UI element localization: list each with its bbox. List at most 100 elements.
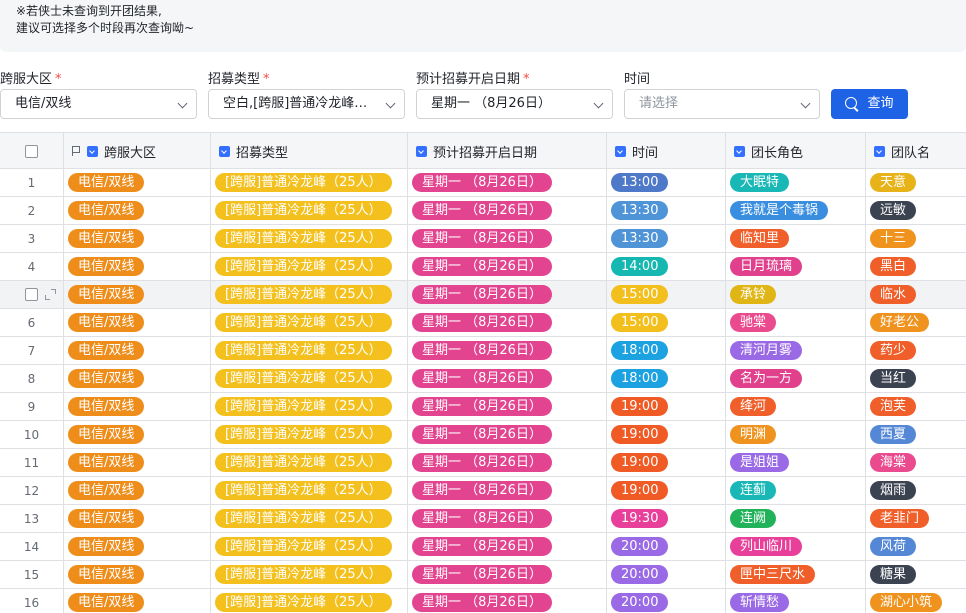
time-cell[interactable]: 19:00 (607, 421, 726, 448)
team-cell[interactable]: 烟雨 (866, 477, 966, 504)
date-cell[interactable]: 星期一 （8月26日） (408, 393, 607, 420)
team-cell[interactable]: 好老公 (866, 309, 966, 336)
time-cell[interactable]: 15:00 (607, 281, 726, 308)
recruit-type-cell[interactable]: [跨服]普通冷龙峰（25人） (211, 365, 408, 392)
team-cell[interactable]: 远敏 (866, 197, 966, 224)
date-select[interactable]: 星期一 （8月26日） (416, 89, 613, 119)
date-cell[interactable]: 星期一 （8月26日） (408, 169, 607, 196)
time-select[interactable]: 请选择 (624, 89, 820, 119)
team-cell[interactable]: 黑白 (866, 253, 966, 280)
team-cell[interactable]: 当红 (866, 365, 966, 392)
table-row[interactable]: 16 电信/双线 [跨服]普通冷龙峰（25人） 星期一 （8月26日） 20:00 斩情愁… (0, 589, 966, 613)
table-row[interactable]: 10 电信/双线 [跨服]普通冷龙峰（25人） 星期一 （8月26日） 19:00 明渊 西… (0, 421, 966, 449)
row-index[interactable] (0, 281, 64, 308)
team-cell[interactable]: 泡芙 (866, 393, 966, 420)
time-cell[interactable]: 20:00 (607, 589, 726, 613)
leader-cell[interactable]: 名为一方 (726, 365, 866, 392)
column-header-team[interactable]: 团队名 (866, 133, 966, 169)
team-cell[interactable]: 天意 (866, 169, 966, 196)
time-cell[interactable]: 19:30 (607, 505, 726, 532)
recruit-type-cell[interactable]: [跨服]普通冷龙峰（25人） (211, 505, 408, 532)
leader-cell[interactable]: 连阙 (726, 505, 866, 532)
date-cell[interactable]: 星期一 （8月26日） (408, 561, 607, 588)
team-cell[interactable]: 风荷 (866, 533, 966, 560)
recruit-type-cell[interactable]: [跨服]普通冷龙峰（25人） (211, 225, 408, 252)
table-row[interactable]: 1 电信/双线 [跨服]普通冷龙峰（25人） 星期一 （8月26日） 13:00 大眠特 天… (0, 169, 966, 197)
leader-cell[interactable]: 绛河 (726, 393, 866, 420)
team-cell[interactable]: 糖果 (866, 561, 966, 588)
leader-cell[interactable]: 我就是个毒锅 (726, 197, 866, 224)
time-cell[interactable]: 20:00 (607, 533, 726, 560)
leader-cell[interactable]: 列山临川 (726, 533, 866, 560)
region-cell[interactable]: 电信/双线 (64, 421, 211, 448)
row-checkbox[interactable] (25, 288, 38, 301)
recruit-type-cell[interactable]: [跨服]普通冷龙峰（25人） (211, 393, 408, 420)
date-cell[interactable]: 星期一 （8月26日） (408, 253, 607, 280)
table-row[interactable]: 15 电信/双线 [跨服]普通冷龙峰（25人） 星期一 （8月26日） 20:00 匣中三… (0, 561, 966, 589)
table-row[interactable]: 11 电信/双线 [跨服]普通冷龙峰（25人） 星期一 （8月26日） 19:00 是姐姐… (0, 449, 966, 477)
region-cell[interactable]: 电信/双线 (64, 561, 211, 588)
recruit-type-select[interactable]: 空白,[跨服]普通冷龙峰（25人） (208, 89, 405, 119)
recruit-type-cell[interactable]: [跨服]普通冷龙峰（25人） (211, 253, 408, 280)
date-cell[interactable]: 星期一 （8月26日） (408, 337, 607, 364)
table-row[interactable]: 13 电信/双线 [跨服]普通冷龙峰（25人） 星期一 （8月26日） 19:30 连阙 老… (0, 505, 966, 533)
date-cell[interactable]: 星期一 （8月26日） (408, 449, 607, 476)
time-cell[interactable]: 13:30 (607, 197, 726, 224)
region-cell[interactable]: 电信/双线 (64, 197, 211, 224)
table-row[interactable]: 6 电信/双线 [跨服]普通冷龙峰（25人） 星期一 （8月26日） 15:00 驰棠 好老… (0, 309, 966, 337)
table-row[interactable]: 4 电信/双线 [跨服]普通冷龙峰（25人） 星期一 （8月26日） 14:00 日月琉璃… (0, 253, 966, 281)
region-cell[interactable]: 电信/双线 (64, 309, 211, 336)
date-cell[interactable]: 星期一 （8月26日） (408, 365, 607, 392)
time-cell[interactable]: 19:00 (607, 477, 726, 504)
table-row[interactable]: 14 电信/双线 [跨服]普通冷龙峰（25人） 星期一 （8月26日） 20:00 列山临… (0, 533, 966, 561)
leader-cell[interactable]: 是姐姐 (726, 449, 866, 476)
date-cell[interactable]: 星期一 （8月26日） (408, 281, 607, 308)
leader-cell[interactable]: 斩情愁 (726, 589, 866, 613)
leader-cell[interactable]: 日月琉璃 (726, 253, 866, 280)
recruit-type-cell[interactable]: [跨服]普通冷龙峰（25人） (211, 337, 408, 364)
leader-cell[interactable]: 清河月雾 (726, 337, 866, 364)
time-cell[interactable]: 19:00 (607, 393, 726, 420)
recruit-type-cell[interactable]: [跨服]普通冷龙峰（25人） (211, 589, 408, 613)
table-row[interactable]: 2 电信/双线 [跨服]普通冷龙峰（25人） 星期一 （8月26日） 13:30 我就是个… (0, 197, 966, 225)
header-select-all[interactable] (0, 133, 64, 169)
leader-cell[interactable]: 连蓟 (726, 477, 866, 504)
region-cell[interactable]: 电信/双线 (64, 393, 211, 420)
date-cell[interactable]: 星期一 （8月26日） (408, 533, 607, 560)
recruit-type-cell[interactable]: [跨服]普通冷龙峰（25人） (211, 197, 408, 224)
team-cell[interactable]: 临水 (866, 281, 966, 308)
team-cell[interactable]: 十三 (866, 225, 966, 252)
region-cell[interactable]: 电信/双线 (64, 225, 211, 252)
time-cell[interactable]: 13:00 (607, 169, 726, 196)
time-cell[interactable]: 20:00 (607, 561, 726, 588)
leader-cell[interactable]: 大眠特 (726, 169, 866, 196)
team-cell[interactable]: 老韭门 (866, 505, 966, 532)
leader-cell[interactable]: 明渊 (726, 421, 866, 448)
time-cell[interactable]: 19:00 (607, 449, 726, 476)
region-cell[interactable]: 电信/双线 (64, 505, 211, 532)
expand-icon[interactable] (45, 289, 56, 300)
region-cell[interactable]: 电信/双线 (64, 365, 211, 392)
column-header-time[interactable]: 时间 (607, 133, 726, 169)
team-cell[interactable]: 药少 (866, 337, 966, 364)
checkbox-icon[interactable] (25, 144, 38, 158)
time-cell[interactable]: 14:00 (607, 253, 726, 280)
table-row[interactable]: 3 电信/双线 [跨服]普通冷龙峰（25人） 星期一 （8月26日） 13:30 临知里 十… (0, 225, 966, 253)
table-row[interactable]: 12 电信/双线 [跨服]普通冷龙峰（25人） 星期一 （8月26日） 19:00 连蓟 烟… (0, 477, 966, 505)
date-cell[interactable]: 星期一 （8月26日） (408, 309, 607, 336)
date-cell[interactable]: 星期一 （8月26日） (408, 477, 607, 504)
region-cell[interactable]: 电信/双线 (64, 253, 211, 280)
time-cell[interactable]: 13:30 (607, 225, 726, 252)
column-header-date[interactable]: 预计招募开启日期 (408, 133, 607, 169)
recruit-type-cell[interactable]: [跨服]普通冷龙峰（25人） (211, 477, 408, 504)
table-row[interactable]: 8 电信/双线 [跨服]普通冷龙峰（25人） 星期一 （8月26日） 18:00 名为一方… (0, 365, 966, 393)
column-header-leader[interactable]: 团长角色 (726, 133, 866, 169)
team-cell[interactable]: 海棠 (866, 449, 966, 476)
time-cell[interactable]: 18:00 (607, 337, 726, 364)
table-row[interactable]: 电信/双线 [跨服]普通冷龙峰（25人） 星期一 （8月26日） 15:00 承铃 临水 (0, 281, 966, 309)
leader-cell[interactable]: 匣中三尺水 (726, 561, 866, 588)
table-row[interactable]: 9 电信/双线 [跨服]普通冷龙峰（25人） 星期一 （8月26日） 19:00 绛河 泡芙 (0, 393, 966, 421)
recruit-type-cell[interactable]: [跨服]普通冷龙峰（25人） (211, 561, 408, 588)
table-row[interactable]: 7 电信/双线 [跨服]普通冷龙峰（25人） 星期一 （8月26日） 18:00 清河月雾… (0, 337, 966, 365)
leader-cell[interactable]: 驰棠 (726, 309, 866, 336)
